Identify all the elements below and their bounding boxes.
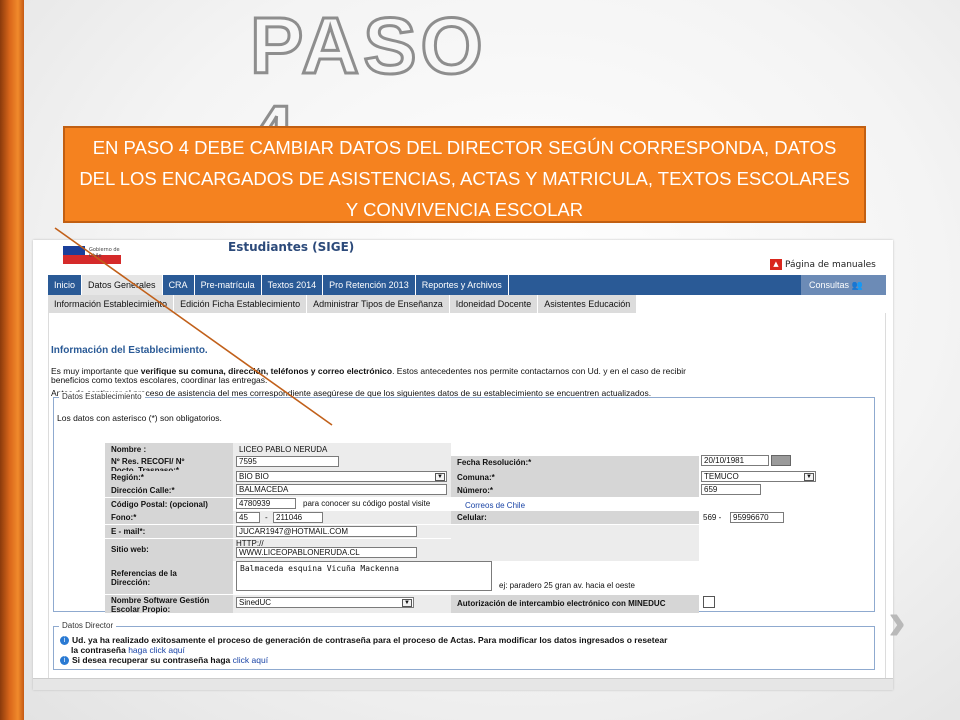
comuna-label: Comuna:* — [451, 471, 699, 484]
director-message-2: i Si desea recuperar su contraseña haga c… — [60, 655, 268, 666]
calle-label: Dirección Calle:* — [105, 484, 233, 497]
slide-title: PASO 4 — [249, 0, 487, 179]
autorizacion-label: Autorización de intercambio electrónico … — [451, 595, 699, 613]
postal-label: Código Postal: (opcional) — [105, 498, 233, 511]
right-empty-cell — [451, 525, 699, 561]
email-input[interactable]: JUCAR1947@HOTMAIL.COM — [236, 526, 417, 537]
software-select[interactable]: SinedUC ▼ — [236, 597, 414, 608]
region-label: Región:* — [105, 471, 233, 484]
web-input[interactable]: WWW.LICEOPABLONERUDA.CL — [236, 547, 417, 558]
required-note: Los datos con asterisco (*) son obligato… — [57, 413, 222, 423]
region-select[interactable]: BIO BIO ▼ — [236, 471, 447, 482]
screenshot-bottom-bar — [33, 678, 893, 690]
postal-hint: para conocer su código postal visite — [303, 499, 431, 508]
intro-text-2: beneficios como textos escolares, coordi… — [51, 375, 268, 385]
referencias-textarea[interactable]: Balmaceda esquina Vicuña Mackenna — [236, 561, 492, 591]
software-label: Nombre Software Gestión Escolar Propio: — [105, 595, 233, 614]
fecha-input[interactable]: 20/10/1981 — [701, 455, 769, 466]
tab-datos-generales[interactable]: Datos Generales — [82, 275, 163, 295]
tab-cra[interactable]: CRA — [163, 275, 195, 295]
calendar-icon[interactable] — [771, 455, 791, 466]
fieldset-legend: Datos Establecimiento — [59, 392, 145, 401]
pdf-icon: ▲ — [770, 259, 782, 270]
fono-label: Fono:* — [105, 511, 233, 524]
tab-pro-retencion[interactable]: Pro Retención 2013 — [323, 275, 416, 295]
tab-pre-matricula[interactable]: Pre-matrícula — [195, 275, 262, 295]
director-message-1b: la contraseña haga click aquí — [71, 645, 185, 655]
tab-reportes[interactable]: Reportes y Archivos — [416, 275, 509, 295]
chevron-down-icon: ▼ — [402, 599, 412, 607]
director-message-1: i Ud. ya ha realizado exitosamente el pro… — [60, 635, 667, 646]
info-icon: i — [60, 636, 69, 646]
recofi-input[interactable]: 7595 — [236, 456, 339, 467]
modify-password-link[interactable]: haga click aquí — [128, 645, 185, 655]
nombre-label: Nombre : — [105, 443, 233, 456]
comuna-select[interactable]: TEMUCO ▼ — [701, 471, 816, 482]
nombre-value: LICEO PABLO NERUDA — [233, 443, 451, 456]
celular-input[interactable]: 95996670 — [730, 512, 784, 523]
celular-prefix: 569 - — [703, 513, 722, 522]
chevron-down-icon: ▼ — [435, 473, 445, 481]
subtab-idoneidad[interactable]: Idoneidad Docente — [450, 295, 539, 313]
recofi-label: Nº Res. RECOFI/ NºDocto. Traspaso:* — [105, 456, 233, 475]
subtab-tipos-ensenanza[interactable]: Administrar Tipos de Enseñanza — [307, 295, 450, 313]
postal-input[interactable]: 4780939 — [236, 498, 296, 509]
subtab-informacion[interactable]: Información Establecimiento — [48, 295, 175, 313]
fono-area-input[interactable]: 45 — [236, 512, 260, 523]
chevron-down-icon: ▼ — [804, 473, 814, 481]
numero-input[interactable]: 659 — [701, 484, 761, 495]
calle-input[interactable]: BALMACEDA — [236, 484, 447, 495]
section-title: Información del Establecimiento. — [51, 345, 208, 356]
sige-screenshot: Gobierno de Chile Estudiantes (SIGE) ▲ Pá… — [33, 240, 893, 690]
referencias-label: Referencias de la Dirección: — [105, 561, 233, 594]
recover-password-link[interactable]: click aquí — [233, 655, 268, 665]
people-icon: 👥 — [851, 280, 863, 290]
director-legend: Datos Director — [59, 621, 117, 630]
email-label: E - mail*: — [105, 525, 233, 538]
autorizacion-checkbox[interactable] — [703, 596, 715, 608]
decorative-side-stripe — [0, 0, 24, 720]
tab-textos[interactable]: Textos 2014 — [262, 275, 324, 295]
fono-separator: - — [265, 513, 268, 522]
sub-navigation: Información Establecimiento Edición Fich… — [48, 295, 638, 313]
top-navigation: Inicio Datos Generales CRA Pre-matrícula… — [48, 275, 886, 295]
subtab-edicion-ficha[interactable]: Edición Ficha Establecimiento — [174, 295, 308, 313]
manual-link[interactable]: ▲ Página de manuales — [770, 259, 876, 270]
fecha-label: Fecha Resolución:* — [451, 456, 699, 471]
referencias-hint: ej: paradero 25 gran av. hacia el oeste — [499, 581, 635, 590]
web-label: Sitio web: — [105, 539, 233, 561]
numero-label: Número:* — [451, 484, 699, 497]
gobierno-logo: Gobierno de Chile — [63, 246, 121, 264]
system-title: Estudiantes (SIGE) — [228, 240, 355, 254]
fono-number-input[interactable]: 211046 — [273, 512, 323, 523]
celular-label: Celular: — [451, 511, 699, 524]
instruction-callout: EN PASO 4 DEBE CAMBIAR DATOS DEL DIRECTO… — [63, 126, 866, 223]
correos-link[interactable]: Correos de Chile — [465, 500, 525, 511]
tab-inicio[interactable]: Inicio — [48, 275, 83, 295]
info-icon: i — [60, 656, 69, 666]
chevron-right-icon[interactable]: › — [888, 594, 918, 648]
subtab-asistentes[interactable]: Asistentes Educación — [538, 295, 638, 313]
consultas-button[interactable]: Consultas 👥 — [801, 275, 886, 295]
datos-director-fieldset: Datos Director i Ud. ya ha realizado exit… — [53, 621, 875, 670]
